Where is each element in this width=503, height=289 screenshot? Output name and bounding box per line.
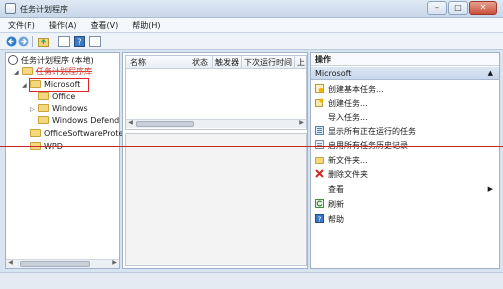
- column-status[interactable]: 状态: [192, 56, 208, 69]
- help-icon[interactable]: ?: [74, 36, 85, 47]
- create-basic-task-icon: [315, 84, 324, 93]
- actions-section-microsoft[interactable]: Microsoft ▲: [311, 67, 499, 80]
- toolbar-separator: [32, 36, 33, 47]
- minimize-button[interactable]: –: [427, 1, 447, 15]
- tree-horizontal-scrollbar[interactable]: ◀ ▶: [6, 259, 119, 268]
- menu-file[interactable]: 文件(F): [0, 18, 41, 32]
- help-icon: ?: [315, 214, 324, 223]
- menu-view[interactable]: 查看(V): [83, 18, 125, 32]
- toolbar: ?: [0, 33, 503, 50]
- show-hide-action-pane-icon[interactable]: [89, 36, 101, 47]
- tree-item-wpd[interactable]: WPD: [30, 141, 63, 153]
- column-next-run[interactable]: 下次运行时间: [244, 56, 292, 69]
- title-bar: 任务计划程序 – □ ✕: [0, 0, 503, 18]
- column-last[interactable]: 上: [297, 56, 305, 69]
- collapse-arrow-icon[interactable]: ◢: [22, 80, 30, 92]
- tree-item-microsoft[interactable]: ◢ Microsoft: [22, 79, 80, 91]
- action-new-folder[interactable]: 新文件夹...: [315, 154, 368, 167]
- column-name[interactable]: 名称: [130, 56, 146, 69]
- scroll-right-icon[interactable]: ▶: [297, 119, 306, 126]
- expand-arrow-icon[interactable]: ▷: [30, 104, 38, 116]
- annotation-line: [0, 146, 503, 147]
- collapse-section-icon[interactable]: ▲: [488, 67, 493, 80]
- tree-library[interactable]: ◢ 任务计划程序库: [14, 66, 92, 78]
- action-create-basic-task[interactable]: 创建基本任务...: [315, 83, 384, 96]
- task-list-pane: 名称 状态 触发器 下次运行时间 上 ◀ ▶: [122, 52, 308, 269]
- scroll-thumb[interactable]: [20, 261, 90, 267]
- up-folder-icon[interactable]: [38, 36, 49, 47]
- actions-pane: 操作 Microsoft ▲ 创建基本任务... 创建任务... 导入任务...…: [310, 52, 500, 269]
- close-button[interactable]: ✕: [469, 1, 497, 15]
- forward-arrow-icon[interactable]: [18, 36, 29, 47]
- window-title: 任务计划程序: [20, 5, 68, 14]
- column-divider[interactable]: [241, 56, 242, 69]
- actions-header: 操作: [311, 53, 499, 66]
- tree-item-windows[interactable]: ▷ Windows: [30, 103, 88, 115]
- tree-item-windows-defender[interactable]: Windows Defend: [38, 115, 119, 127]
- tree-item-office[interactable]: Office: [38, 91, 75, 103]
- folder-icon: [38, 104, 49, 112]
- submenu-arrow-icon: ▶: [487, 185, 493, 193]
- collapse-arrow-icon[interactable]: ◢: [14, 67, 22, 79]
- action-view[interactable]: 查看 ▶: [328, 183, 493, 196]
- back-arrow-icon[interactable]: [6, 36, 17, 47]
- folder-icon: [315, 157, 324, 164]
- task-detail-panel: [125, 133, 307, 266]
- maximize-button[interactable]: □: [448, 1, 468, 15]
- scroll-left-icon[interactable]: ◀: [6, 259, 15, 266]
- action-show-running-tasks[interactable]: 显示所有正在运行的任务: [315, 125, 416, 138]
- menu-action[interactable]: 操作(A): [41, 18, 83, 32]
- action-import-task[interactable]: 导入任务...: [328, 111, 368, 124]
- folder-icon: [38, 92, 49, 100]
- tree-item-officesoftwareprotection[interactable]: OfficeSoftwareProte: [30, 128, 123, 140]
- scroll-left-icon[interactable]: ◀: [126, 119, 135, 126]
- history-icon: [315, 140, 324, 149]
- action-refresh[interactable]: 刷新: [315, 198, 344, 211]
- folder-icon: [22, 67, 33, 75]
- column-trigger[interactable]: 触发器: [215, 56, 239, 69]
- refresh-icon: [315, 199, 324, 208]
- folder-icon: [38, 116, 49, 124]
- create-task-icon: [315, 98, 324, 107]
- show-hide-tree-icon[interactable]: [58, 36, 70, 47]
- svg-text:?: ?: [318, 216, 322, 224]
- scroll-right-icon[interactable]: ▶: [110, 259, 119, 266]
- task-list: 名称 状态 触发器 下次运行时间 上 ◀ ▶: [125, 55, 307, 130]
- task-scheduler-app-icon: [5, 3, 16, 14]
- running-tasks-icon: [315, 126, 324, 135]
- list-horizontal-scrollbar[interactable]: ◀ ▶: [126, 119, 306, 128]
- navigation-tree: 任务计划程序 (本地) ◢ 任务计划程序库 ◢ Microsoft Office ▷…: [5, 52, 123, 269]
- scroll-thumb[interactable]: [136, 121, 194, 127]
- menu-help[interactable]: 帮助(H): [124, 18, 166, 32]
- menu-bar: 文件(F) 操作(A) 查看(V) 帮助(H): [0, 18, 503, 33]
- column-divider[interactable]: [212, 56, 213, 69]
- action-create-task[interactable]: 创建任务...: [315, 97, 368, 110]
- delete-icon: [315, 169, 324, 178]
- action-help[interactable]: ? 帮助: [315, 213, 344, 226]
- column-divider[interactable]: [294, 56, 295, 69]
- clock-icon: [8, 55, 18, 65]
- folder-icon: [30, 80, 41, 88]
- status-bar: [0, 272, 503, 289]
- window-controls: – □ ✕: [427, 1, 497, 15]
- folder-icon: [30, 129, 41, 137]
- svg-text:?: ?: [77, 38, 81, 47]
- action-delete-folder[interactable]: 删除文件夹: [315, 168, 368, 181]
